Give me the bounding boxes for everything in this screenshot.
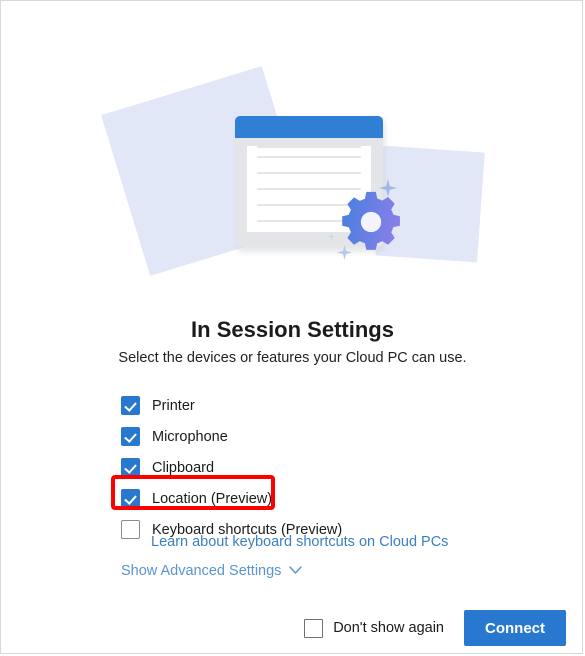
settings-illustration bbox=[1, 1, 582, 293]
checkbox-keyboard-shortcuts[interactable] bbox=[121, 520, 140, 539]
option-row-printer[interactable]: Printer bbox=[121, 390, 501, 421]
show-advanced-settings-label: Show Advanced Settings bbox=[121, 563, 282, 579]
learn-keyboard-shortcuts-link[interactable]: Learn about keyboard shortcuts on Cloud … bbox=[151, 534, 448, 550]
connect-button[interactable]: Connect bbox=[464, 610, 566, 646]
option-label: Microphone bbox=[152, 428, 228, 445]
option-row-clipboard[interactable]: Clipboard bbox=[121, 452, 501, 483]
option-row-microphone[interactable]: Microphone bbox=[121, 421, 501, 452]
document-line bbox=[257, 172, 361, 174]
dont-show-again-row[interactable]: Don't show again bbox=[304, 618, 444, 638]
page-subtitle: Select the devices or features your Clou… bbox=[118, 350, 467, 366]
dialog-footer: Don't show again Connect bbox=[1, 601, 582, 653]
sparkle-icon bbox=[328, 233, 335, 240]
checkbox-clipboard[interactable] bbox=[121, 458, 140, 477]
page-title: In Session Settings bbox=[191, 317, 394, 342]
option-label: Clipboard bbox=[152, 459, 215, 476]
gear-icon bbox=[342, 191, 400, 250]
checkbox-microphone[interactable] bbox=[121, 427, 140, 446]
option-row-location[interactable]: Location (Preview) bbox=[121, 483, 501, 514]
option-label: Printer bbox=[152, 397, 195, 414]
sparkle-icon bbox=[379, 179, 397, 197]
sparkle-icon bbox=[337, 245, 352, 260]
chevron-down-icon bbox=[289, 563, 303, 579]
show-advanced-settings-toggle[interactable]: Show Advanced Settings bbox=[121, 563, 303, 579]
dont-show-again-label: Don't show again bbox=[333, 620, 444, 636]
document-line bbox=[257, 146, 361, 148]
document-line bbox=[257, 188, 361, 190]
window-titlebar bbox=[235, 116, 383, 138]
in-session-settings-dialog: In Session Settings Select the devices o… bbox=[0, 0, 583, 654]
checkbox-printer[interactable] bbox=[121, 396, 140, 415]
checkbox-dont-show-again[interactable] bbox=[304, 618, 324, 638]
document-line bbox=[257, 156, 361, 158]
options-list: Printer Microphone Clipboard Location (P… bbox=[121, 390, 501, 545]
option-label: Location (Preview) bbox=[152, 490, 273, 507]
checkbox-location[interactable] bbox=[121, 489, 140, 508]
